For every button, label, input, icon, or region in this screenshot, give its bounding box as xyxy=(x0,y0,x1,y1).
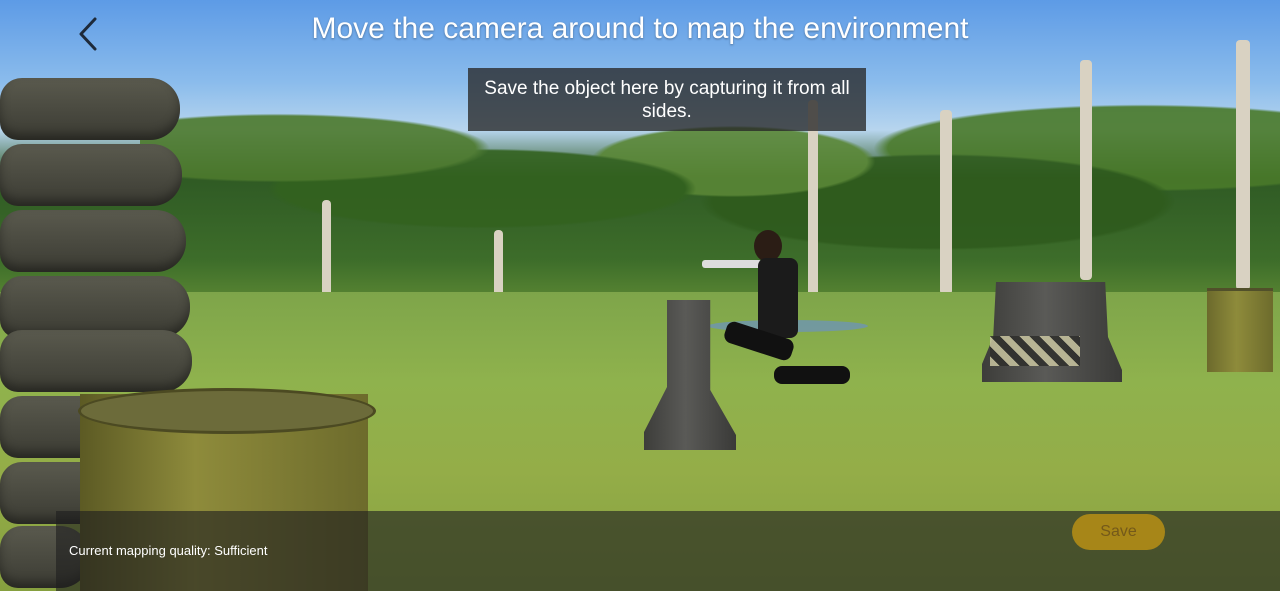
kneeling-person xyxy=(702,230,854,408)
hazard-stripes xyxy=(990,336,1080,366)
concrete-barrier xyxy=(982,282,1122,382)
oil-drum xyxy=(1207,288,1273,372)
palm-trunk xyxy=(1080,60,1092,280)
instruction-title: Move the camera around to map the enviro… xyxy=(311,12,969,45)
hint-text: Save the object here by capturing it fro… xyxy=(484,77,850,122)
palm-trunk xyxy=(940,110,952,295)
save-button[interactable]: Save xyxy=(1072,514,1165,550)
hint-box: Save the object here by capturing it fro… xyxy=(468,68,866,131)
palm-trunk xyxy=(1236,40,1250,290)
mapping-quality-label: Current mapping quality: Sufficient xyxy=(69,543,268,558)
